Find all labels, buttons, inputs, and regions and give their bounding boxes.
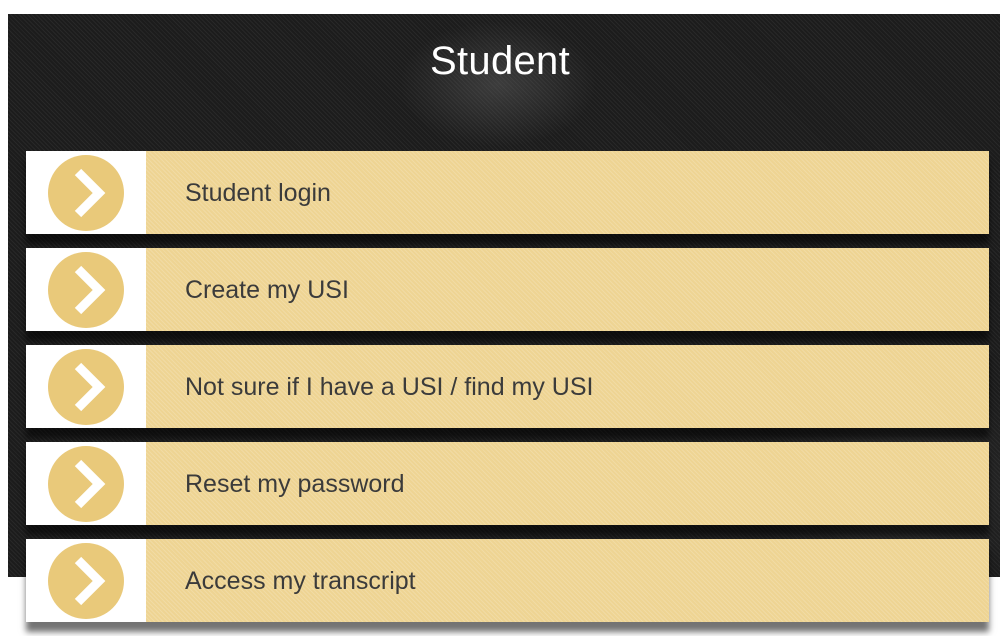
chevron-right-circle-icon: [48, 154, 124, 231]
chevron-right-circle-icon: [48, 348, 124, 425]
chevron-right-circle-icon: [48, 445, 124, 522]
menu-item-label: Not sure if I have a USI / find my USI: [185, 372, 594, 401]
icon-container: [26, 248, 146, 331]
menu-item-label: Reset my password: [185, 469, 405, 498]
menu-item-body[interactable]: Student login: [146, 151, 989, 234]
menu-item-reset-password[interactable]: Reset my password: [26, 442, 989, 525]
menu-item-find-usi[interactable]: Not sure if I have a USI / find my USI: [26, 345, 989, 428]
icon-container: [26, 345, 146, 428]
page-title: Student: [430, 39, 570, 83]
icon-container: [26, 151, 146, 234]
menu-item-access-transcript[interactable]: Access my transcript: [26, 539, 989, 622]
menu-item-body[interactable]: Not sure if I have a USI / find my USI: [146, 345, 989, 428]
menu-item-body[interactable]: Create my USI: [146, 248, 989, 331]
menu-item-label: Create my USI: [185, 275, 349, 304]
menu-item-label: Student login: [185, 178, 331, 207]
menu-item-label: Access my transcript: [185, 566, 416, 595]
student-menu: Student login Create my USI Not sure if …: [26, 151, 989, 636]
menu-item-body[interactable]: Reset my password: [146, 442, 989, 525]
icon-container: [26, 539, 146, 622]
chevron-right-circle-icon: [48, 251, 124, 328]
chevron-right-circle-icon: [48, 542, 124, 619]
menu-item-body[interactable]: Access my transcript: [146, 539, 989, 622]
icon-container: [26, 442, 146, 525]
menu-item-create-usi[interactable]: Create my USI: [26, 248, 989, 331]
menu-item-student-login[interactable]: Student login: [26, 151, 989, 234]
